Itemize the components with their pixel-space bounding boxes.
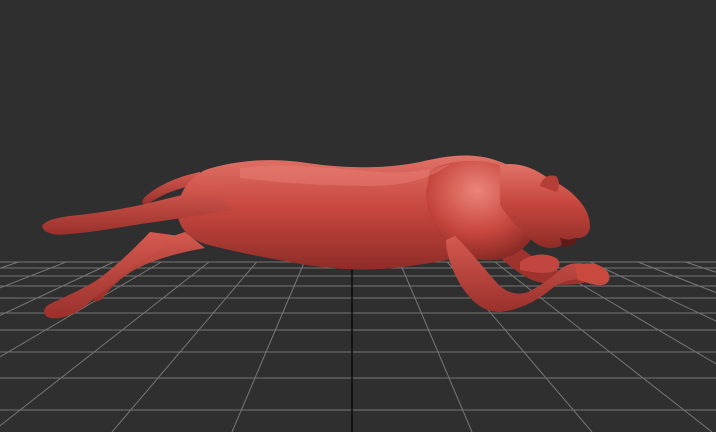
grid-line-depth (0, 261, 67, 289)
grid-line-depth (494, 261, 713, 432)
grid-line-depth (637, 261, 716, 294)
grid-line-depth (0, 261, 19, 269)
grid-line-depth (590, 261, 716, 322)
grid-line-depth (111, 261, 258, 432)
viewport-canvas[interactable] (0, 0, 716, 432)
grid-line-depth (231, 261, 305, 432)
grid-line-depth (685, 261, 716, 273)
3d-viewport[interactable] (0, 0, 716, 432)
hind-shin[interactable] (44, 232, 180, 319)
grid-line-depth (542, 261, 716, 365)
grid-line-depth (399, 261, 473, 432)
panther-model[interactable] (42, 155, 610, 319)
